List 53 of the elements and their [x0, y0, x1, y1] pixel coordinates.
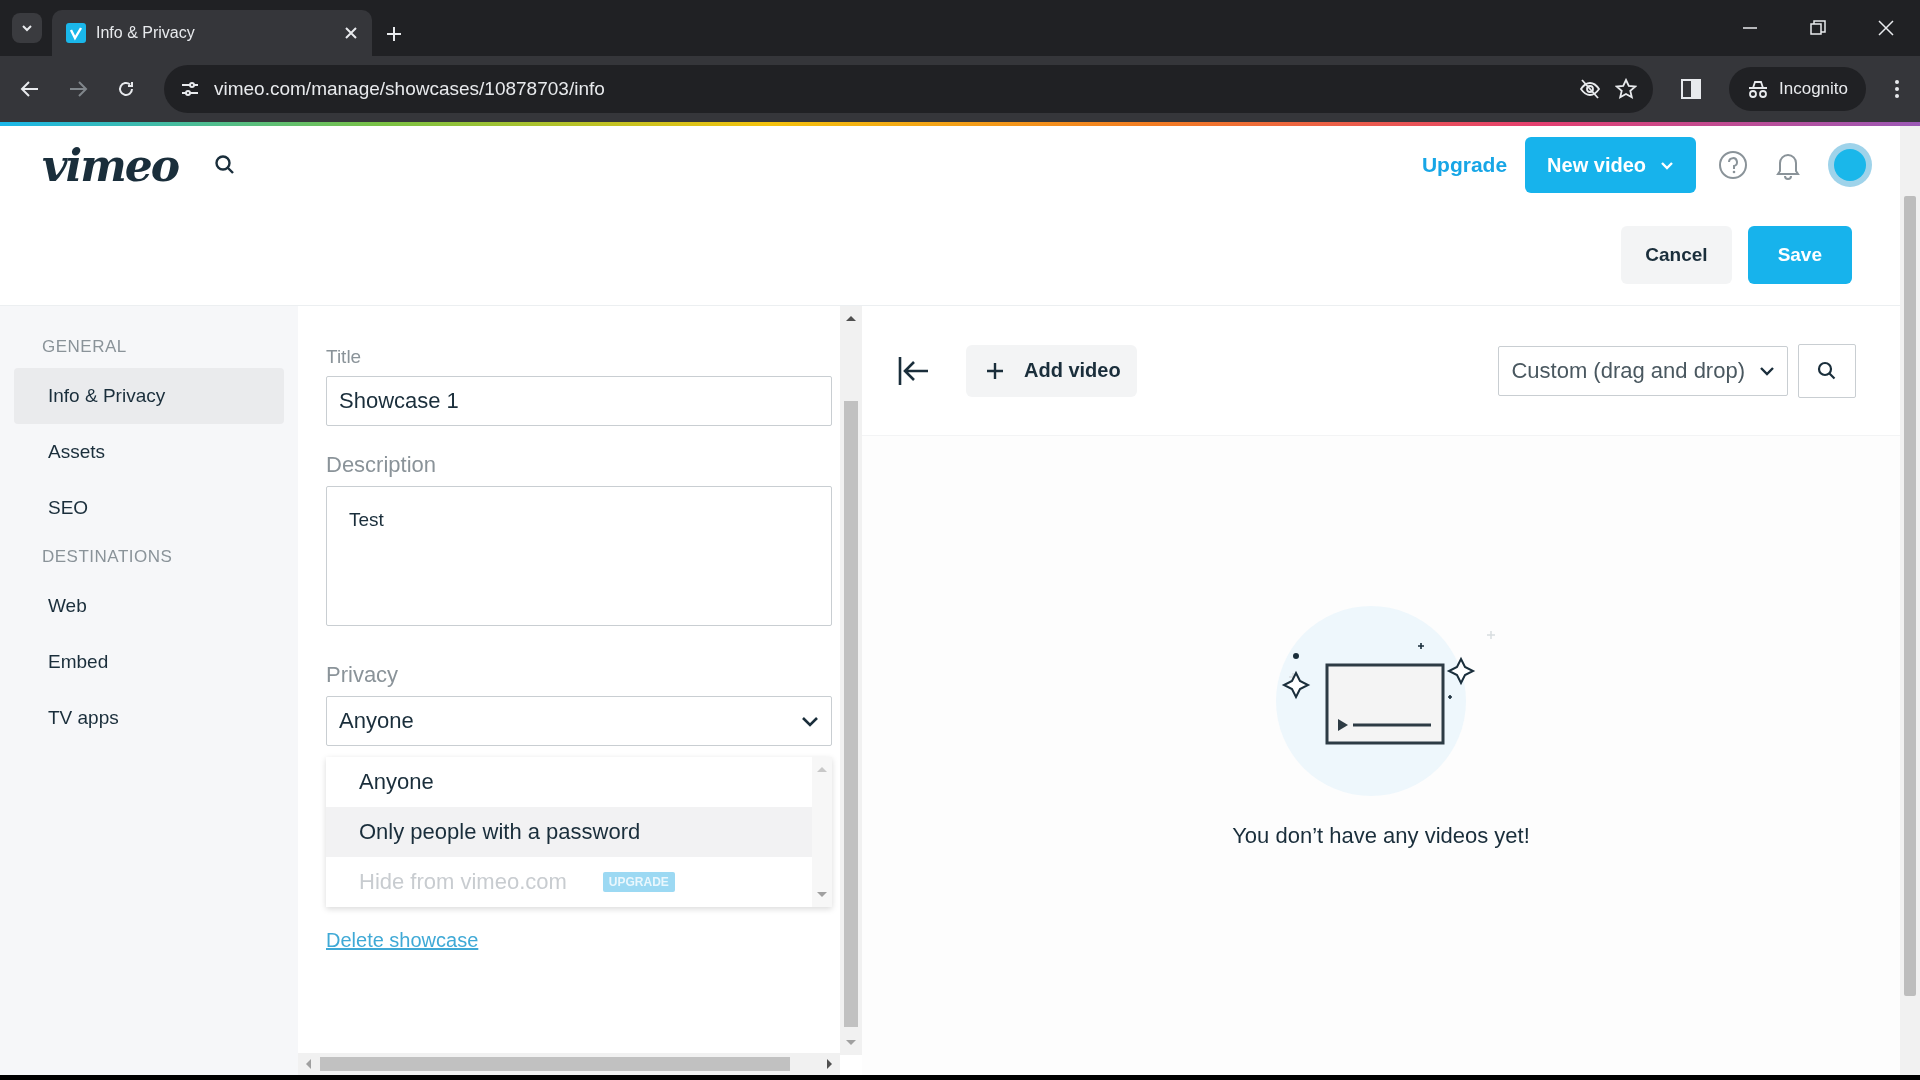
dropdown-option[interactable]: Only people with a password [326, 807, 812, 857]
menu-icon[interactable] [1894, 79, 1900, 99]
title-field[interactable]: Showcase 1 [326, 376, 832, 426]
tab-list-button[interactable] [12, 13, 42, 43]
field-label: Title [326, 346, 363, 368]
url-text: vimeo.com/manage/showcases/10878703/info [214, 78, 606, 100]
section-heading: GENERAL [41, 336, 128, 358]
tab-title: Info & Privacy [96, 24, 196, 42]
sidebar-item[interactable]: Embed [14, 634, 284, 690]
cancel-button[interactable]: Cancel [1621, 225, 1732, 284]
star-icon[interactable] [1615, 78, 1637, 100]
scrollbar[interactable] [1900, 126, 1920, 1075]
side-panel-icon[interactable] [1681, 79, 1701, 99]
collapse-icon[interactable] [898, 354, 930, 387]
close-icon[interactable] [344, 26, 358, 40]
sidebar-item[interactable]: TV apps [14, 690, 284, 746]
sidebar-item[interactable]: SEO [14, 480, 284, 536]
scrollbar[interactable] [298, 1053, 840, 1075]
caret-icon [1660, 159, 1674, 171]
sidebar-item[interactable]: Info & Privacy [14, 368, 284, 424]
description-field[interactable]: Test [326, 486, 832, 626]
favicon-icon [66, 23, 86, 43]
eye-slash-icon[interactable] [1579, 78, 1601, 100]
search-icon [1817, 360, 1837, 381]
scroll-right-icon[interactable] [826, 1058, 834, 1070]
close-icon[interactable] [1878, 20, 1894, 36]
profile-button[interactable]: Incognito [1729, 67, 1866, 111]
forward-icon [68, 79, 88, 99]
plus-icon [986, 361, 1004, 380]
incognito-icon [1747, 79, 1769, 99]
upgrade-badge: UPGRADE [602, 872, 675, 892]
search-button[interactable] [1798, 343, 1856, 398]
scrollbar[interactable] [840, 306, 862, 1055]
sort-select[interactable]: Custom (drag and drop) [1498, 345, 1788, 396]
privacy-select[interactable]: Anyone [326, 696, 832, 746]
add-video-button[interactable]: Add video [966, 344, 1137, 397]
reload-icon[interactable] [116, 79, 136, 99]
restore-icon[interactable] [1810, 20, 1826, 36]
address-bar[interactable]: vimeo.com/manage/showcases/10878703/info [164, 65, 1653, 113]
scroll-up-icon[interactable] [845, 314, 857, 322]
back-icon[interactable] [20, 79, 40, 99]
sidebar-item[interactable]: Web [14, 578, 284, 634]
help-icon[interactable] [1718, 150, 1748, 180]
sidebar-item[interactable]: Assets [14, 424, 284, 480]
field-label: Description [326, 452, 438, 478]
field-label: Privacy [326, 662, 400, 688]
section-heading: DESTINATIONS [41, 546, 174, 568]
empty-state-text: You don’t have any videos yet! [1232, 823, 1530, 849]
new-tab-icon[interactable] [386, 26, 402, 42]
logo[interactable]: vimeo [42, 139, 179, 191]
dropdown-option[interactable]: Anyone [326, 757, 812, 807]
site-settings-icon[interactable] [180, 79, 200, 99]
browser-tab[interactable]: Info & Privacy [52, 10, 372, 56]
